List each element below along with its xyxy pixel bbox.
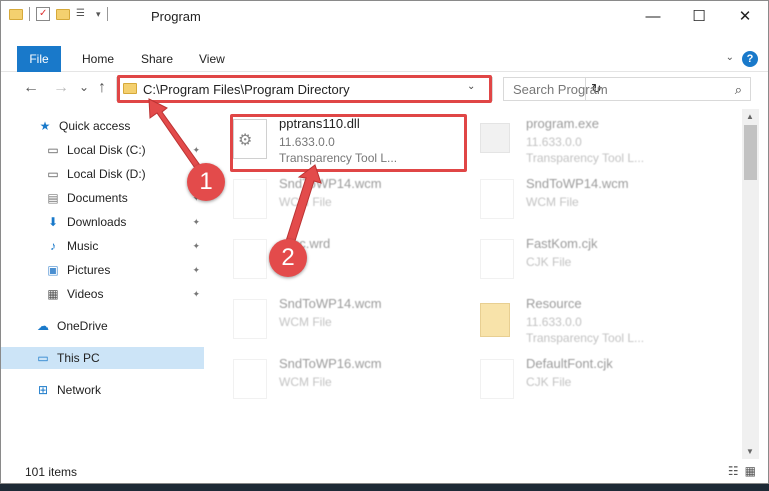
explorer-window: ✓ ☰ ▾ Program — ☐ ✕ File Home Share View… <box>0 0 769 484</box>
step-badge-2: 2 <box>269 239 307 277</box>
step-badge-1: 1 <box>187 163 225 201</box>
desktop-background <box>0 484 769 491</box>
arrow-2 <box>285 164 322 245</box>
arrow-1 <box>148 98 203 172</box>
annotation-arrows <box>148 98 322 245</box>
